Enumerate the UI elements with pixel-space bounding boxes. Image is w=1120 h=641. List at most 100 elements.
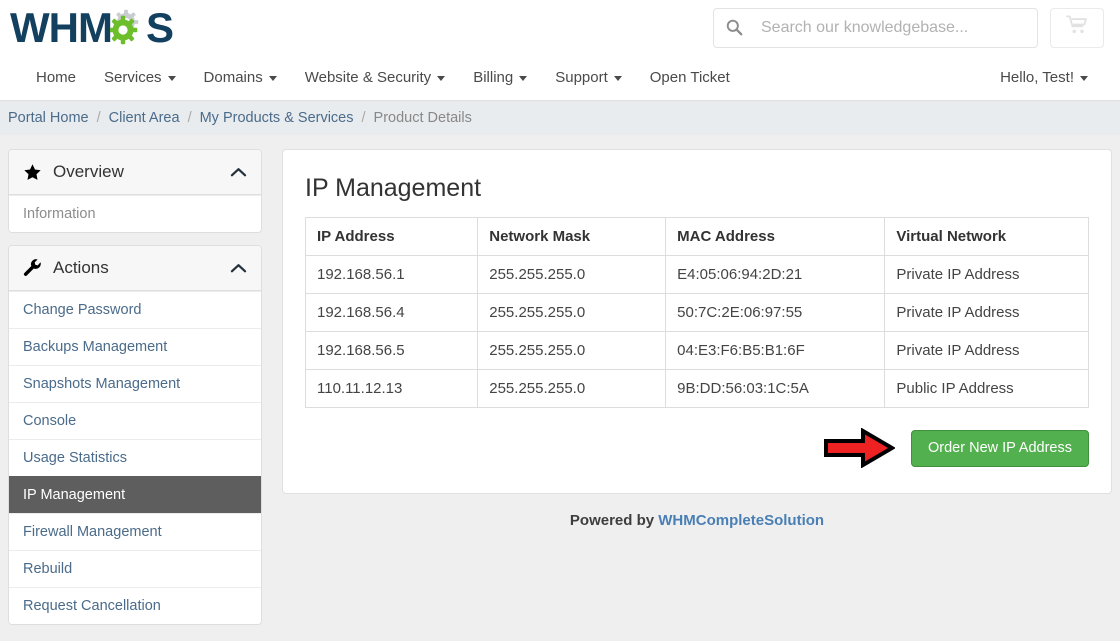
column-header-network-mask: Network Mask: [477, 217, 667, 256]
cell-mac-address: 50:7C:2E:06:97:55: [665, 293, 886, 332]
nav-label: Billing: [473, 69, 514, 86]
red-arrow-annotation-icon: [823, 427, 896, 469]
sidebar-item-label: Console: [23, 413, 77, 429]
breadcrumb-separator: /: [361, 110, 366, 126]
sidebar-item-request-cancellation[interactable]: Request Cancellation: [9, 587, 261, 624]
table-row: 192.168.56.5 255.255.255.0 04:E3:F6:B5:B…: [304, 331, 1089, 370]
account-label: Hello, Test!: [1000, 69, 1074, 86]
sidebar-item-console[interactable]: Console: [9, 402, 261, 439]
cell-ip-address: 192.168.56.5: [304, 331, 479, 370]
nav-label: Services: [104, 69, 162, 86]
main-navigation: Home Services Domains Website & Security…: [0, 55, 1120, 101]
table-row: 192.168.56.4 255.255.255.0 50:7C:2E:06:9…: [304, 293, 1089, 332]
search-icon: [726, 19, 743, 36]
table-row: 192.168.56.1 255.255.255.0 E4:05:06:94:2…: [304, 255, 1089, 294]
sidebar-panel-title: Overview: [53, 162, 124, 181]
sidebar-item-snapshots-management[interactable]: Snapshots Management: [9, 365, 261, 402]
sidebar-item-label: Rebuild: [23, 561, 73, 577]
nav-item-open-ticket[interactable]: Open Ticket: [636, 69, 744, 86]
account-menu[interactable]: Hello, Test!: [986, 69, 1102, 86]
cell-virtual-network: Private IP Address: [884, 331, 1089, 370]
logo-text: WHM S: [10, 3, 174, 51]
chevron-up-icon[interactable]: [230, 166, 247, 178]
cell-virtual-network: Public IP Address: [884, 369, 1089, 408]
breadcrumb-item-my-products-services[interactable]: My Products & Services: [200, 110, 354, 126]
ip-management-card: IP Management IP Address Network Mask MA…: [282, 149, 1112, 494]
breadcrumb: Portal Home / Client Area / My Products …: [0, 101, 1120, 135]
nav-item-services[interactable]: Services: [90, 69, 190, 86]
sidebar-panel-header-actions[interactable]: Actions: [9, 246, 261, 291]
breadcrumb-item-client-area[interactable]: Client Area: [109, 110, 180, 126]
gear-icon: [108, 8, 150, 48]
cell-ip-address: 192.168.56.1: [304, 255, 479, 294]
cell-virtual-network: Private IP Address: [884, 293, 1089, 332]
wrench-icon: [23, 258, 42, 278]
sidebar-item-ip-management[interactable]: IP Management: [9, 476, 261, 513]
cart-button[interactable]: [1050, 7, 1104, 48]
nav-item-support[interactable]: Support: [541, 69, 636, 86]
chevron-down-icon: [167, 76, 176, 81]
breadcrumb-separator: /: [187, 110, 192, 126]
logo-text-left: WHM: [10, 3, 113, 51]
cell-network-mask: 255.255.255.0: [477, 293, 667, 332]
cell-network-mask: 255.255.255.0: [477, 331, 667, 370]
cell-mac-address: E4:05:06:94:2D:21: [665, 255, 886, 294]
sidebar-item-backups-management[interactable]: Backups Management: [9, 328, 261, 365]
footer: Powered by WHMCompleteSolution: [282, 512, 1112, 529]
table-header-row: IP Address Network Mask MAC Address Virt…: [304, 217, 1089, 256]
sidebar-item-label: Backups Management: [23, 339, 168, 355]
search-box[interactable]: [713, 7, 1038, 48]
sidebar-panel-header-overview[interactable]: Overview: [9, 150, 261, 195]
chevron-down-icon: [613, 76, 622, 81]
whmcs-logo[interactable]: WHM S: [10, 3, 174, 52]
nav-item-home[interactable]: Home: [18, 69, 90, 86]
breadcrumb-item-portal-home[interactable]: Portal Home: [8, 110, 89, 126]
cell-ip-address: 110.11.12.13: [304, 369, 479, 408]
sidebar: Overview Information Actions Change Pass…: [8, 149, 262, 637]
sidebar-item-firewall-management[interactable]: Firewall Management: [9, 513, 261, 550]
nav-label: Support: [555, 69, 608, 86]
chevron-down-icon: [1080, 76, 1088, 81]
sidebar-item-information[interactable]: Information: [9, 195, 261, 232]
cell-ip-address: 192.168.56.4: [304, 293, 479, 332]
nav-label: Domains: [203, 69, 263, 86]
sidebar-item-rebuild[interactable]: Rebuild: [9, 550, 261, 587]
page-content: Overview Information Actions Change Pass…: [0, 135, 1120, 637]
sidebar-item-label: Firewall Management: [23, 524, 162, 540]
nav-item-domains[interactable]: Domains: [190, 69, 291, 86]
column-header-virtual-network: Virtual Network: [884, 217, 1089, 256]
nav-label: Website & Security: [304, 69, 432, 86]
chevron-down-icon: [437, 76, 446, 81]
logo-text-right: S: [145, 3, 174, 51]
sidebar-item-label: Usage Statistics: [23, 450, 127, 466]
column-header-ip-address: IP Address: [304, 217, 479, 256]
table-header: IP Address Network Mask MAC Address Virt…: [304, 217, 1089, 256]
chevron-down-icon: [519, 76, 528, 81]
sidebar-item-change-password[interactable]: Change Password: [9, 291, 261, 328]
cell-network-mask: 255.255.255.0: [477, 369, 667, 408]
footer-link-whmcompletesolution[interactable]: WHMCompleteSolution: [658, 512, 824, 529]
search-input[interactable]: [759, 17, 1025, 38]
star-icon: [23, 163, 42, 182]
cell-mac-address: 04:E3:F6:B5:B1:6F: [665, 331, 886, 370]
nav-label: Home: [36, 69, 77, 86]
site-header: WHM S Search our knowledgebase...: [0, 0, 1120, 55]
cell-virtual-network: Private IP Address: [884, 255, 1089, 294]
nav-label: Open Ticket: [649, 69, 730, 86]
chevron-down-icon: [268, 76, 277, 81]
chevron-up-icon[interactable]: [230, 262, 247, 274]
nav-item-billing[interactable]: Billing: [459, 69, 541, 86]
footer-prefix: Powered by: [569, 511, 659, 529]
sidebar-item-label: Request Cancellation: [23, 598, 161, 614]
cell-network-mask: 255.255.255.0: [477, 255, 667, 294]
shopping-cart-icon: [1066, 15, 1088, 40]
nav-item-website-security[interactable]: Website & Security: [291, 69, 459, 86]
sidebar-panel-actions: Actions Change Password Backups Manageme…: [8, 245, 262, 625]
table-body: 192.168.56.1 255.255.255.0 E4:05:06:94:2…: [304, 255, 1089, 408]
sidebar-item-label: Information: [23, 206, 96, 222]
column-header-mac-address: MAC Address: [665, 217, 886, 256]
sidebar-panel-title: Actions: [53, 258, 109, 277]
sidebar-item-label: Change Password: [23, 302, 142, 318]
order-new-ip-address-button[interactable]: Order New IP Address: [911, 430, 1089, 467]
sidebar-item-usage-statistics[interactable]: Usage Statistics: [9, 439, 261, 476]
